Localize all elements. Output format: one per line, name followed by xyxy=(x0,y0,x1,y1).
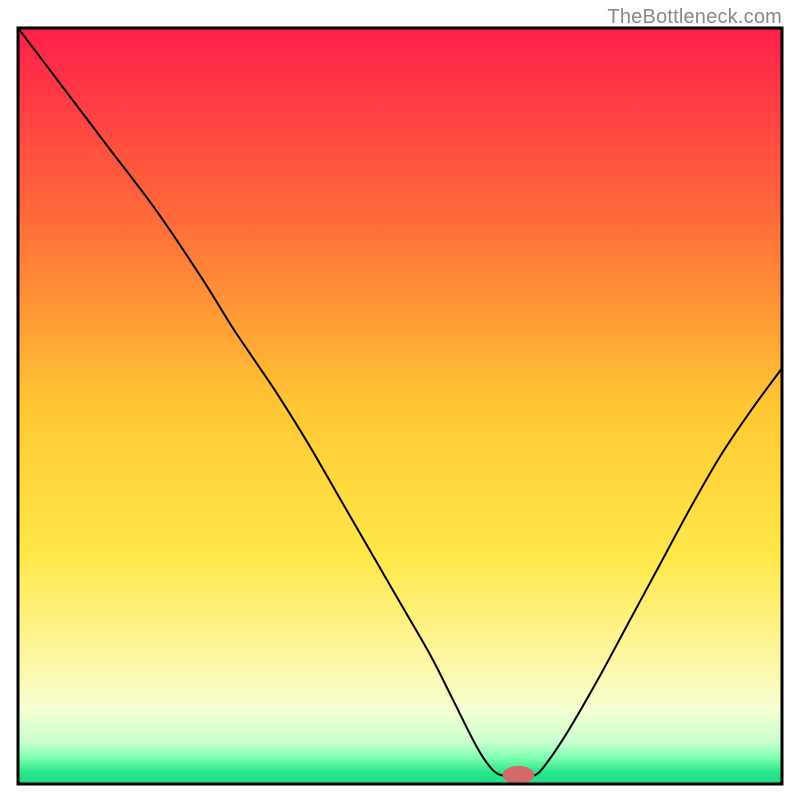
optimal-marker xyxy=(502,766,534,784)
plot-background xyxy=(18,28,782,784)
chart-svg xyxy=(0,0,800,800)
bottleneck-chart: TheBottleneck.com xyxy=(0,0,800,800)
watermark-text: TheBottleneck.com xyxy=(607,6,782,29)
